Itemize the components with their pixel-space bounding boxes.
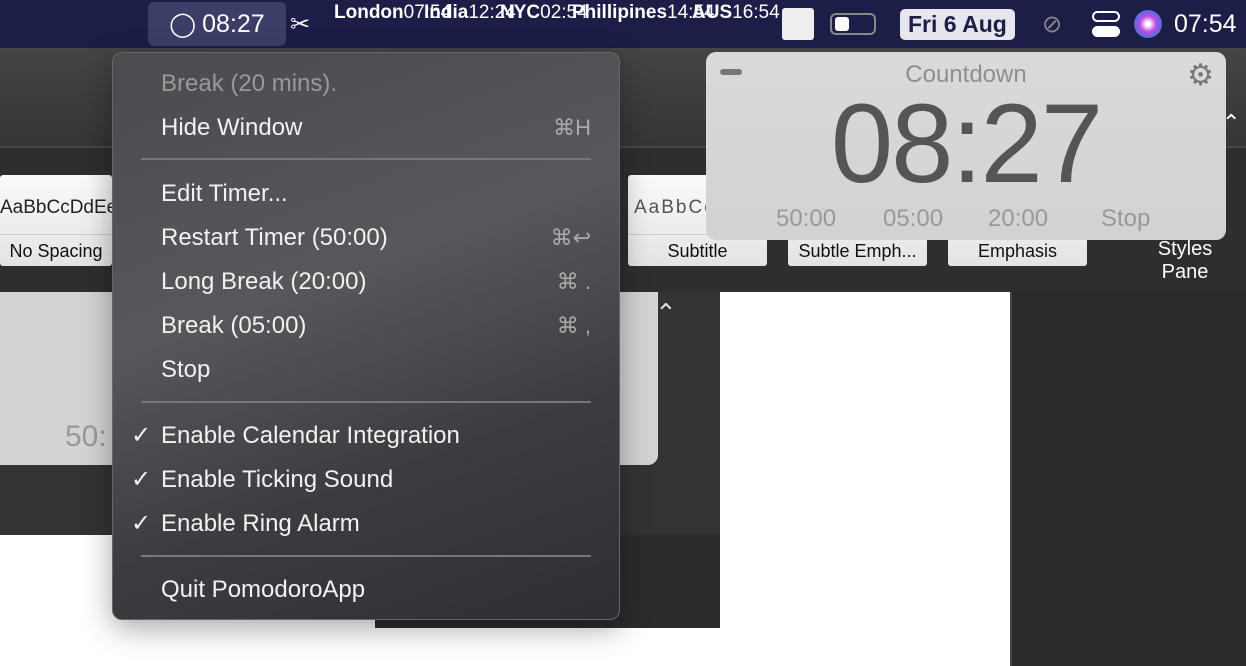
style-sample: AaBbCc <box>634 197 716 218</box>
background-preset-text: 50: <box>65 420 107 453</box>
clock-city: AUS <box>692 2 733 23</box>
item-shortcut: ⌘H <box>553 115 591 140</box>
menu-item-calendar-integration[interactable]: ✓ Enable Calendar Integration <box>131 416 591 456</box>
menu-item-ring-alarm[interactable]: ✓ Enable Ring Alarm <box>131 504 591 544</box>
date-display[interactable]: Fri 6 Aug <box>900 9 1015 40</box>
item-label: Enable Calendar Integration <box>161 422 460 449</box>
preset-20-button[interactable]: 20:00 <box>988 205 1048 233</box>
item-shortcut: ⌘↩ <box>550 225 591 250</box>
world-clock-aus[interactable]: AUS 16:54 <box>692 2 780 23</box>
menu-separator <box>141 158 591 160</box>
checkmark-icon: ✓ <box>131 422 152 449</box>
menubar-time[interactable]: 07:54 <box>1174 0 1237 48</box>
world-clock-london[interactable]: London 07:54 <box>334 2 451 23</box>
menu-item-restart-timer[interactable]: Restart Timer (50:00) ⌘↩ <box>161 218 591 258</box>
item-label: Break (05:00) <box>161 312 307 339</box>
clock-city: NYC <box>500 2 541 23</box>
world-clock-nyc[interactable]: NYC 02:54 <box>500 2 588 23</box>
clock-time: 16:54 <box>732 2 780 23</box>
item-shortcut: ⌘ . <box>556 269 591 294</box>
pomodoro-time: 08:27 <box>202 9 265 38</box>
menu-item-break[interactable]: Break (05:00) ⌘ , <box>161 306 591 346</box>
item-label: Edit Timer... <box>161 180 288 207</box>
style-label: No Spacing <box>0 234 112 266</box>
document-page[interactable] <box>722 292 1010 628</box>
item-label: Enable Ring Alarm <box>161 510 360 537</box>
preset-50-button[interactable]: 50:00 <box>776 205 836 233</box>
item-label: Enable Ticking Sound <box>161 466 394 493</box>
menu-bar: ◯ 08:27 ✂ London 07:54 India 12:24 NYC 02:5… <box>0 0 1246 48</box>
wifi-off-icon[interactable]: ⊘ <box>1042 0 1062 48</box>
item-label: Hide Window <box>161 114 303 141</box>
clock-city: Phillipines <box>572 2 668 23</box>
item-shortcut: ⌘ , <box>556 313 591 338</box>
style-no-spacing[interactable]: AaBbCcDdEe No Spacing <box>0 175 117 266</box>
chevron-up-icon[interactable]: ⌃ <box>655 298 677 329</box>
status-label: Break (20 mins). <box>161 70 338 97</box>
world-clock-phillipines[interactable]: Phillipines 14:54 <box>572 2 715 23</box>
world-clock-india[interactable]: India 12:24 <box>424 2 516 23</box>
checkmark-icon: ✓ <box>131 466 152 493</box>
item-label: Restart Timer (50:00) <box>161 224 388 251</box>
battery-icon[interactable] <box>830 13 876 35</box>
menu-item-edit-timer[interactable]: Edit Timer... <box>161 174 591 214</box>
toolbox-icon[interactable] <box>782 8 814 40</box>
menu-item-ticking-sound[interactable]: ✓ Enable Ticking Sound <box>131 460 591 500</box>
pomodoro-status-item[interactable]: ◯ 08:27 <box>148 2 286 46</box>
menu-item-stop[interactable]: Stop <box>161 350 591 390</box>
menu-item-quit[interactable]: Quit PomodoroApp <box>161 570 591 610</box>
clock-city: India <box>424 2 469 23</box>
stop-button[interactable]: Stop <box>1101 205 1150 233</box>
menu-status: Break (20 mins). <box>161 64 591 104</box>
checkmark-icon: ✓ <box>131 510 152 537</box>
menu-separator <box>141 555 591 557</box>
menu-item-long-break[interactable]: Long Break (20:00) ⌘ . <box>161 262 591 302</box>
item-label: Quit PomodoroApp <box>161 576 366 603</box>
style-sample: AaBbCcDdEe <box>0 197 118 218</box>
item-label: Long Break (20:00) <box>161 268 367 295</box>
siri-icon[interactable] <box>1134 10 1162 38</box>
preset-05-button[interactable]: 05:00 <box>883 205 943 233</box>
countdown-time: 08:27 <box>830 81 1103 206</box>
menu-separator <box>141 401 591 403</box>
control-center-icon[interactable] <box>1092 10 1120 38</box>
scissors-icon[interactable]: ✂ <box>290 0 310 48</box>
styles-pane-button[interactable]: Styles Pane <box>1150 238 1220 284</box>
countdown-window: Countdown ⚙ 08:27 50:00 05:00 20:00 Stop <box>706 52 1226 240</box>
item-label: Stop <box>161 356 211 383</box>
clock-city: London <box>334 2 404 23</box>
menu-item-hide-window[interactable]: Hide Window ⌘H <box>161 108 591 148</box>
side-panel <box>1010 292 1246 666</box>
pomodoro-menu: Break (20 mins). Hide Window ⌘H Edit Time… <box>112 52 620 620</box>
apple-fruit-icon: ◯ <box>169 10 197 38</box>
